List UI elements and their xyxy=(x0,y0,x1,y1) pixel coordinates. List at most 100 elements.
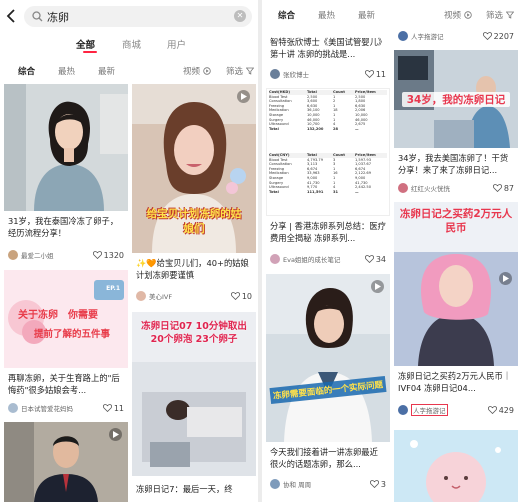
table-cell: Total xyxy=(269,189,279,194)
note-card[interactable]: 冻卵日记之买药2万元人民币 冻卵日记之买药2万元人民币｜IVF04 冻卵日记04… xyxy=(394,202,518,424)
note-author[interactable]: Eva姐姐的成长笔记 xyxy=(283,254,365,264)
note-card[interactable]: EP.1 关于冻卵 你需要 提前了解的五件事 再聊冻卵，关于生育路上的"后悔药"… xyxy=(4,270,128,416)
heart-icon xyxy=(364,255,374,263)
note-card[interactable]: Cost(HKD) Total Count Price/Item Blood T… xyxy=(266,88,390,268)
note-title: 再聊冻卵，关于生育路上的"后悔药"很多姑娘会考... xyxy=(8,373,120,395)
avatar xyxy=(136,291,146,301)
note-author[interactable]: 协和 周周 xyxy=(283,479,370,489)
filter-comprehensive[interactable]: 综合 xyxy=(18,65,35,77)
note-author[interactable]: 日本试管爱花妈妈 xyxy=(21,403,103,413)
note-card[interactable]: 智特张欣博士《美国试管婴儿》第十讲 冻卵的挑战是... 张欣博士 11 xyxy=(266,30,390,84)
search-results-panel: 冻卵 ✕ 全部 商城 用户 综合 最热 最新 视频 筛选 31岁，我在泰国冷冻了… xyxy=(0,0,258,502)
video-play-icon xyxy=(109,428,122,441)
note-card[interactable] xyxy=(394,430,518,502)
tab-mall[interactable]: 商城 xyxy=(122,37,141,51)
filter-newest[interactable]: 最新 xyxy=(358,9,375,21)
note-meta: Eva姐姐的成长笔记 34 xyxy=(270,253,386,265)
like-count: 429 xyxy=(498,405,514,415)
note-cover-image: 给宝贝计划冻卵的姑娘们 xyxy=(132,84,256,253)
search-results-panel-scrolled: 综合 最热 最新 视频 筛选 智特张欣博士《美国试管婴儿》第十讲 冻卵的挑战是.… xyxy=(262,0,519,502)
note-meta: 日本试管爱花妈妈 11 xyxy=(8,402,124,414)
heart-icon xyxy=(492,184,502,192)
cover-overlay-text: 给宝贝计划冻卵的姑娘们 xyxy=(146,208,242,235)
result-tabs: 全部 商城 用户 xyxy=(0,34,258,54)
episode-badge: EP.1 xyxy=(106,285,120,292)
back-button[interactable] xyxy=(0,0,22,32)
note-card[interactable]: 冻卵日记07 10分钟取出20个卵泡 23个卵子 冻卵日记7：最后一天，终 xyxy=(132,312,256,502)
like-button[interactable]: 11 xyxy=(102,404,124,413)
like-button[interactable]: 11 xyxy=(364,70,386,79)
note-author[interactable]: 人字拖游记 xyxy=(411,404,448,416)
note-cover-image: 冻卵日记07 10分钟取出20个卵泡 23个卵子 xyxy=(132,312,256,476)
tab-all[interactable]: 全部 xyxy=(76,37,95,51)
tab-users[interactable]: 用户 xyxy=(167,37,186,51)
note-card[interactable]: 冻卵需要面临的一个实际问题 今天我们接着讲一讲冻卵最近很火的话题冻卵，那么...… xyxy=(266,274,390,502)
note-title: ✨🧡给宝贝儿们，40+的姑娘计划冻卵要谨慎 xyxy=(136,258,249,280)
clear-icon[interactable]: ✕ xyxy=(234,10,246,22)
table-row: Total 111,591 31 — xyxy=(269,190,387,195)
filter-bar: 综合 最热 最新 视频 筛选 xyxy=(0,62,258,80)
back-icon xyxy=(6,9,15,23)
search-icon xyxy=(32,11,43,22)
like-button[interactable]: 429 xyxy=(487,405,514,415)
filter-hottest[interactable]: 最热 xyxy=(318,9,335,21)
like-button[interactable]: 2207 xyxy=(482,32,514,41)
heart-icon xyxy=(364,70,374,78)
note-card[interactable]: 31岁，我在泰国冷冻了卵子，经历流程分享！ 最爱二小姐 1320 xyxy=(4,84,128,264)
note-author[interactable]: 人字拖游记 xyxy=(411,31,483,41)
video-filter[interactable]: 视频 xyxy=(183,65,211,77)
filter-button[interactable]: 筛选 xyxy=(226,65,255,77)
avatar xyxy=(8,403,18,413)
video-filter[interactable]: 视频 xyxy=(444,9,472,21)
note-meta: 人字拖游记 2207 xyxy=(398,30,514,42)
note-cover-image xyxy=(4,422,128,502)
cost-table-hkd: Cost(HKD) Total Count Price/Item Blood T… xyxy=(269,90,387,131)
like-button[interactable]: 34 xyxy=(364,255,386,264)
like-button[interactable]: 3 xyxy=(369,480,386,489)
like-count: 87 xyxy=(503,183,514,193)
doctor-photo xyxy=(266,274,390,442)
note-author[interactable]: 红红火火恍恍 xyxy=(411,183,493,193)
avatar xyxy=(398,31,408,41)
search-header: 冻卵 ✕ xyxy=(0,0,258,32)
avatar xyxy=(270,254,280,264)
heart-icon xyxy=(482,32,492,40)
table-cell: — xyxy=(355,126,359,131)
note-card[interactable]: 给宝贝计划冻卵的姑娘们 ✨🧡给宝贝儿们，40+的姑娘计划冻卵要谨慎 美心IVF … xyxy=(132,84,256,306)
note-meta: 美心IVF 10 xyxy=(136,290,252,302)
note-author[interactable]: 美心IVF xyxy=(149,291,231,301)
like-button[interactable]: 87 xyxy=(492,183,514,193)
note-cover-image: 冻卵需要面临的一个实际问题 xyxy=(266,274,390,442)
filter-hottest[interactable]: 最热 xyxy=(58,65,75,77)
table-cell: 111,591 xyxy=(307,189,324,194)
note-cover-image xyxy=(394,430,518,502)
filter-button[interactable]: 筛选 xyxy=(486,9,515,21)
note-cover-image: 冻卵日记之买药2万元人民币 xyxy=(394,202,518,366)
note-author[interactable]: 最爱二小姐 xyxy=(21,250,93,260)
note-cover-image xyxy=(4,84,128,211)
video-play-icon xyxy=(499,272,512,285)
note-card[interactable]: 人字拖游记 2207 xyxy=(394,26,518,46)
like-button[interactable]: 1320 xyxy=(92,250,124,260)
note-title: 智特张欣博士《美国试管婴儿》第十讲 冻卵的挑战是... xyxy=(270,37,383,59)
play-circle-icon xyxy=(464,11,472,19)
tab-underline xyxy=(83,51,97,53)
heart-icon xyxy=(92,251,102,259)
cute-egg-illustration xyxy=(394,430,518,502)
avatar xyxy=(398,183,408,193)
note-card[interactable]: 34岁，我的冻卵日记 34岁，我去美国冻卵了！干货分享！来了来了冻卵日记... … xyxy=(394,50,518,196)
filter-comprehensive[interactable]: 综合 xyxy=(278,9,295,21)
note-title: 冻卵日记之买药2万元人民币｜IVF04 冻卵日记04... xyxy=(398,371,512,393)
table-cell: 31 xyxy=(333,189,339,194)
note-title: 31岁，我在泰国冷冻了卵子，经历流程分享！ xyxy=(8,216,119,238)
search-input[interactable]: 冻卵 ✕ xyxy=(24,6,252,27)
video-play-icon xyxy=(371,280,384,293)
avatar xyxy=(270,69,280,79)
filter-newest[interactable]: 最新 xyxy=(98,65,115,77)
like-button[interactable]: 10 xyxy=(230,292,252,301)
note-card[interactable] xyxy=(4,422,128,502)
funnel-icon xyxy=(505,11,515,19)
note-author[interactable]: 张欣博士 xyxy=(283,69,365,79)
like-count: 1320 xyxy=(103,250,124,260)
heart-icon xyxy=(230,292,240,300)
